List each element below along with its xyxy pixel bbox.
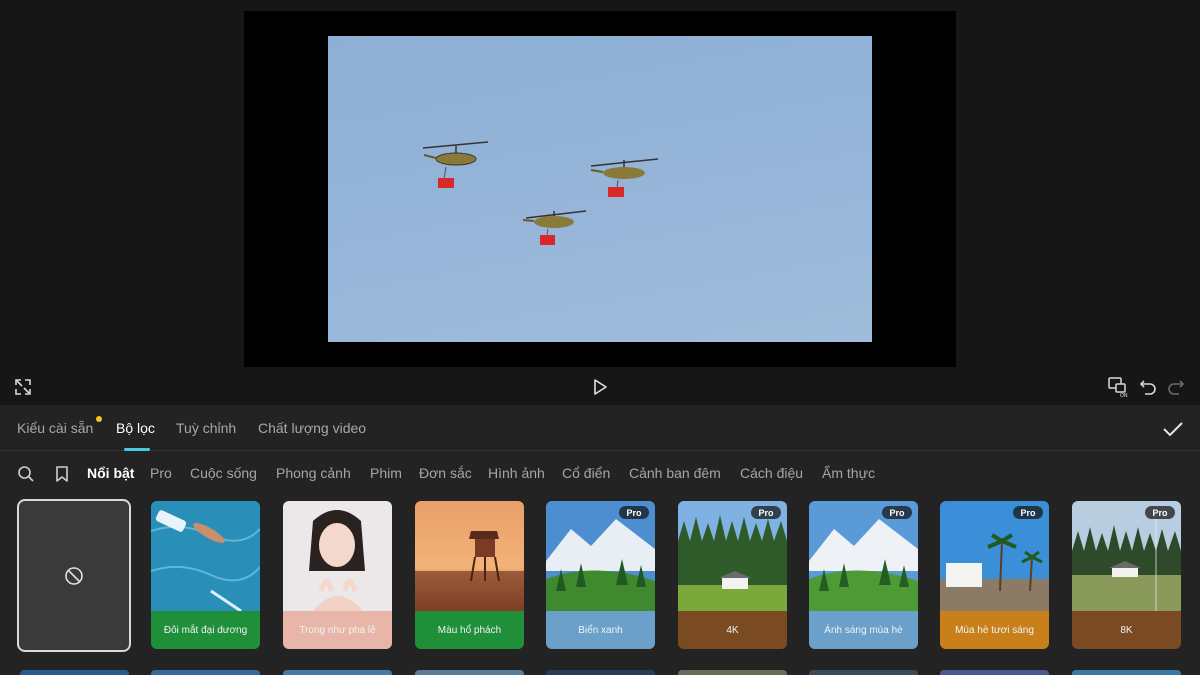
filter-card-row2[interactable] (546, 670, 655, 675)
pro-badge: Pro (619, 506, 649, 519)
filter-thumbnail: Pro (940, 501, 1049, 611)
category-pro[interactable]: Pro (150, 465, 172, 481)
filter-card-row2[interactable] (415, 670, 524, 675)
fullscreen-icon[interactable] (12, 376, 34, 398)
search-icon[interactable] (16, 464, 36, 484)
filter-label: 4K (678, 611, 787, 649)
video-preview-area: ON (0, 0, 1200, 405)
helicopters-image (422, 141, 659, 245)
category-life[interactable]: Cuộc sống (190, 465, 257, 481)
checkmark-icon[interactable] (1160, 417, 1186, 441)
filter-thumbnail (283, 501, 392, 611)
filter-thumbnail: Pro (809, 501, 918, 611)
filter-thumbnail: Pro (546, 501, 655, 611)
play-icon[interactable] (589, 376, 611, 398)
tab-filters[interactable]: Bộ lọc (116, 420, 155, 436)
category-bar: Nổi bật Pro Cuộc sống Phong cảnh Phim Đơ… (0, 461, 1200, 487)
filter-card-crystal-clear[interactable]: Trong như pha lê (283, 501, 392, 649)
pro-badge: Pro (751, 506, 781, 519)
adjustment-panel: Kiểu cài sẵn Bộ lọc Tuỳ chỉnh Chất lượng… (0, 405, 1200, 675)
tab-video-quality[interactable]: Chất lượng video (258, 420, 366, 436)
filter-card-amber[interactable]: Màu hổ phách (415, 501, 524, 649)
category-night[interactable]: Cảnh ban đêm (629, 465, 721, 481)
category-stylized[interactable]: Cách điệu (740, 465, 803, 481)
no-filter-icon (65, 567, 83, 585)
filter-label: Màu hổ phách (415, 611, 524, 649)
video-frame (244, 11, 956, 367)
filter-card-row2[interactable] (1072, 670, 1181, 675)
filter-grid: Đôi mắt đại dương Trong như pha lê Màu h… (0, 499, 1200, 659)
svg-text:ON: ON (1120, 393, 1128, 398)
video-frame-image (328, 36, 872, 342)
bookmark-icon[interactable] (52, 464, 72, 484)
filter-label: 8K (1072, 611, 1181, 649)
filter-label: Biển xanh (546, 611, 655, 649)
filter-card-ocean-eyes[interactable]: Đôi mắt đại dương (151, 501, 260, 649)
redo-icon[interactable] (1166, 377, 1186, 397)
filter-card-4k[interactable]: Pro 4K (678, 501, 787, 649)
pro-badge: Pro (882, 506, 912, 519)
filter-label: Trong như pha lê (283, 611, 392, 649)
filter-label: Mùa hè tươi sáng (940, 611, 1049, 649)
compare-icon[interactable]: ON (1106, 375, 1132, 399)
no-filter-card[interactable] (17, 499, 131, 652)
filter-card-row2[interactable] (20, 670, 129, 675)
category-vintage[interactable]: Cổ điển (562, 465, 610, 481)
filter-label: Ánh sáng mùa hè (809, 611, 918, 649)
filter-card-row2[interactable] (151, 670, 260, 675)
filter-card-row2[interactable] (809, 670, 918, 675)
filter-card-row2[interactable] (678, 670, 787, 675)
filter-thumbnail (415, 501, 524, 611)
pro-badge: Pro (1013, 506, 1043, 519)
filter-label: Đôi mắt đại dương (151, 611, 260, 649)
filter-card-row2[interactable] (283, 670, 392, 675)
filter-card-bright-summer[interactable]: Pro Mùa hè tươi sáng (940, 501, 1049, 649)
active-tab-indicator (124, 448, 150, 451)
category-featured[interactable]: Nổi bật (87, 465, 134, 481)
tab-adjust[interactable]: Tuỳ chỉnh (176, 420, 236, 436)
undo-icon[interactable] (1138, 377, 1158, 397)
filter-thumbnail: Pro (1072, 501, 1181, 611)
tab-bar: Kiểu cài sẵn Bộ lọc Tuỳ chỉnh Chất lượng… (0, 405, 1200, 451)
filter-card-blue-sea[interactable]: Pro Biển xanh (546, 501, 655, 649)
category-image[interactable]: Hình ảnh (488, 465, 545, 481)
new-badge-dot (96, 416, 102, 422)
category-film[interactable]: Phim (370, 465, 402, 481)
filter-card-8k[interactable]: Pro 8K (1072, 501, 1181, 649)
category-food[interactable]: Ẩm thực (822, 465, 875, 481)
category-monochrome[interactable]: Đơn sắc (419, 465, 472, 481)
pro-badge: Pro (1145, 506, 1175, 519)
filter-card-row2[interactable] (940, 670, 1049, 675)
category-landscape[interactable]: Phong cảnh (276, 465, 351, 481)
filter-card-summer-light[interactable]: Pro Ánh sáng mùa hè (809, 501, 918, 649)
tab-presets[interactable]: Kiểu cài sẵn (17, 420, 93, 436)
filter-thumbnail (151, 501, 260, 611)
filter-thumbnail: Pro (678, 501, 787, 611)
